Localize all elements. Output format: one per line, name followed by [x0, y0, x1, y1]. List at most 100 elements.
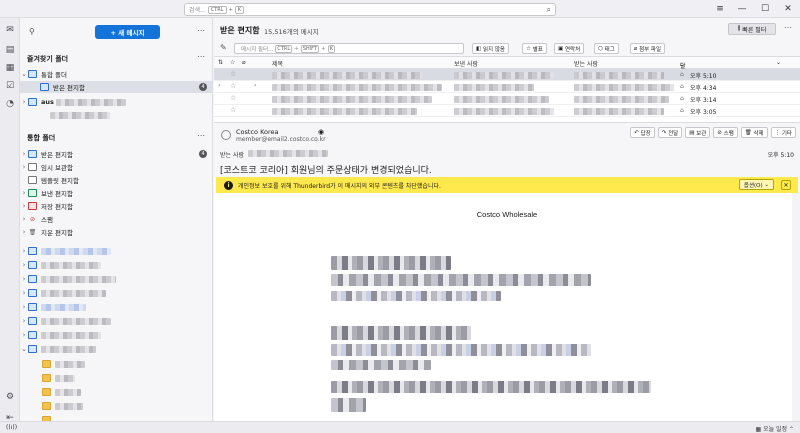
junk-button[interactable]: ⊘ 스팸	[713, 127, 738, 138]
chevron-right-icon[interactable]: ›	[20, 163, 28, 171]
filter-unread-button[interactable]: ◧ 읽지 않음	[472, 43, 509, 54]
contact-icon[interactable]: ◉	[318, 128, 324, 136]
sender-email[interactable]: member@email2.costco.co.kr	[236, 136, 326, 143]
filter-tags-button[interactable]: ⬡ 태그	[594, 43, 619, 54]
folder-item-favorites-unified[interactable]: ⌄ 통합 폴더	[20, 68, 213, 80]
account-item-3[interactable]: ›	[20, 259, 213, 271]
spam-icon: ⊘	[29, 215, 36, 223]
folder-pane-menu-icon[interactable]: ⋯	[197, 26, 205, 35]
global-search-input[interactable]: 검색... CTRL + K ⌕	[184, 3, 556, 16]
chevron-right-icon[interactable]: ›	[20, 303, 28, 311]
message-filter-input[interactable]: 메시지 필터... CTRL + SHIFT + K	[234, 43, 464, 54]
chevron-right-icon[interactable]: ›	[20, 261, 28, 269]
chevron-right-icon[interactable]: ›	[20, 228, 28, 236]
folder-item-spam[interactable]: › ⊘ 스팸	[20, 213, 213, 225]
folder-item-favorites-inbox[interactable]: 받은 편지함 4	[20, 81, 213, 93]
message-row[interactable]: ☆ ⌂ 오후 3:14	[214, 93, 800, 105]
chevron-right-icon[interactable]: ›	[20, 275, 28, 283]
chevron-right-icon[interactable]: ›	[20, 289, 28, 297]
account-item-1[interactable]: › aus	[20, 96, 213, 108]
quick-filter-button[interactable]: ⫼ 빠른 필터	[728, 23, 776, 35]
scrollbar[interactable]	[792, 193, 800, 421]
address-book-icon[interactable]: ▤	[4, 44, 16, 56]
chevron-right-icon[interactable]: ›	[20, 150, 28, 158]
calendar-icon[interactable]: ▦	[4, 62, 16, 74]
mail-space-icon[interactable]: ✉	[4, 24, 16, 36]
read-status-icon[interactable]: ⌂	[680, 107, 684, 114]
folder-mode-icon[interactable]: ⚲	[29, 27, 35, 36]
folder-item-inbox[interactable]: › 받은 편지함 4	[20, 148, 213, 160]
attachment-column-icon[interactable]: ⌀	[242, 59, 246, 66]
column-picker-icon[interactable]: ⌄	[776, 59, 781, 66]
maximize-button[interactable]: ☐	[753, 1, 777, 17]
chevron-right-icon[interactable]: ›	[20, 202, 28, 210]
thread-chevron-icon[interactable]: ›	[254, 82, 256, 89]
star-column-icon[interactable]: ☆	[230, 59, 235, 66]
forward-button[interactable]: ↷ 전달	[657, 127, 683, 138]
account-item-7[interactable]: ›	[20, 315, 213, 327]
column-sender[interactable]: 보낸 사람	[454, 59, 478, 68]
activity-icon[interactable]: ((ı))	[6, 424, 17, 431]
chevron-right-icon[interactable]: ›	[20, 215, 28, 223]
chevron-down-icon[interactable]: ⌄	[20, 345, 28, 353]
chevron-right-icon[interactable]: ›	[20, 98, 28, 106]
close-button[interactable]: ✕	[776, 1, 800, 17]
account-item-6[interactable]: ›	[20, 301, 213, 313]
delete-button[interactable]: 🗑 삭제	[740, 127, 768, 138]
star-icon[interactable]: ☆	[230, 82, 236, 90]
account-item-4[interactable]: ›	[20, 273, 213, 285]
column-subject[interactable]: 제목	[272, 59, 283, 68]
message-row[interactable]: ☆ ⌂ 오후 5:10	[214, 69, 800, 81]
reply-button[interactable]: ↶ 답장	[630, 127, 655, 138]
today-pane-toggle[interactable]: ▦ 오늘 일정 ⌃	[755, 424, 794, 433]
chevron-right-icon[interactable]: ›	[20, 331, 28, 339]
folder-item-archive[interactable]: › 저장 편지함	[20, 200, 213, 212]
subfolder-item[interactable]	[20, 386, 213, 398]
folder-item-sent[interactable]: › 보낸 편지함	[20, 187, 213, 199]
chevron-right-icon[interactable]: ›	[20, 189, 28, 197]
message-row[interactable]: › ☆ › ⌂ 오후 4:34	[214, 81, 800, 93]
account-item-5[interactable]: ›	[20, 287, 213, 299]
filter-starred-button[interactable]: ☆ 별표	[522, 43, 547, 54]
star-icon[interactable]: ☆	[230, 94, 236, 102]
close-icon[interactable]: ✕	[781, 180, 791, 190]
archive-button[interactable]: ▤ 보관	[685, 127, 711, 138]
read-status-icon[interactable]: ⌂	[680, 71, 684, 78]
chevron-right-icon[interactable]: ›	[20, 247, 28, 255]
chat-icon[interactable]: ◔	[4, 98, 16, 110]
message-row[interactable]: ☆ ⌂ 오후 3:05	[214, 105, 800, 117]
settings-gear-icon[interactable]: ⚙	[4, 391, 16, 403]
account-item-2[interactable]: ›	[20, 245, 213, 257]
star-icon[interactable]: ☆	[230, 106, 236, 114]
star-icon[interactable]: ☆	[230, 70, 236, 78]
filter-attachment-button[interactable]: ⌀ 첨부 파일	[630, 43, 666, 54]
account-item-8[interactable]: ›	[20, 329, 213, 341]
chevron-down-icon[interactable]: ⌄	[20, 70, 28, 78]
search-icon[interactable]: ⌕	[547, 5, 551, 15]
favorites-menu-icon[interactable]: ⋯	[197, 52, 205, 61]
minimize-button[interactable]: —	[730, 1, 754, 17]
read-status-icon[interactable]: ⌂	[680, 83, 684, 90]
tasks-icon[interactable]: ☑	[4, 80, 16, 92]
pin-icon[interactable]: ✎	[220, 43, 227, 52]
folder-item-trash[interactable]: › 🗑 지운 편지함	[20, 226, 213, 238]
chevron-right-icon[interactable]: ›	[20, 317, 28, 325]
unified-menu-icon[interactable]: ⋯	[197, 131, 205, 140]
list-menu-icon[interactable]: ⋯	[784, 23, 792, 32]
sender-name[interactable]: Costco Korea	[236, 128, 279, 136]
chevron-right-icon[interactable]: ›	[218, 82, 220, 89]
more-button[interactable]: ⋮ 기타	[770, 127, 796, 138]
subfolder-item[interactable]	[20, 358, 213, 370]
column-recipient[interactable]: 받는 사람	[574, 59, 598, 68]
read-status-icon[interactable]: ⌂	[680, 95, 684, 102]
new-message-button[interactable]: + 새 메시지	[95, 25, 160, 39]
thread-column-icon[interactable]: ⇅	[218, 59, 223, 66]
subfolder-item[interactable]	[20, 400, 213, 412]
app-menu-icon[interactable]: ≡	[708, 1, 732, 17]
folder-item-templates[interactable]: 템플릿 편지함	[20, 174, 213, 186]
filter-contact-button[interactable]: ▣ 연락처	[554, 43, 585, 54]
options-button[interactable]: 옵션(O) ⌄	[738, 179, 774, 190]
subfolder-item[interactable]	[20, 372, 213, 384]
account-item-9[interactable]: ⌄	[20, 343, 213, 355]
folder-item-drafts[interactable]: › 임시 보관함	[20, 161, 213, 173]
